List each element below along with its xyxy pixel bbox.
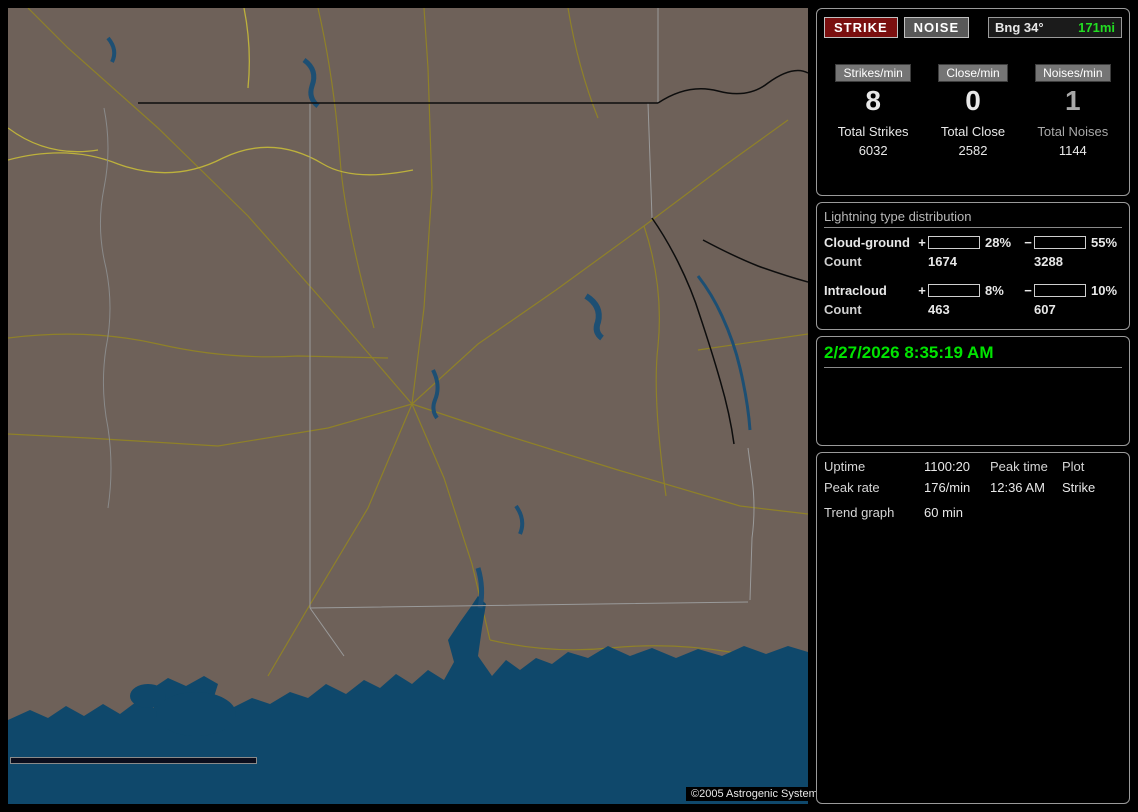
cg-count-label: Count bbox=[824, 254, 862, 269]
cg-plus-bar bbox=[928, 236, 980, 249]
cloud-ground-label: Cloud-ground bbox=[824, 235, 910, 250]
peak-time-label: Peak time bbox=[990, 459, 1048, 474]
total-strikes-label: Total Strikes bbox=[837, 124, 909, 139]
trend-panel: Uptime 1100:20 Peak time Plot Peak rate … bbox=[816, 452, 1130, 804]
bearing-value: Bng 34° bbox=[995, 20, 1044, 35]
minus-sign: − bbox=[1024, 283, 1032, 298]
cg-minus-count: 3288 bbox=[1034, 254, 1063, 269]
peak-rate-value: 176/min bbox=[924, 480, 971, 495]
plot-mode-value: Strike bbox=[1062, 480, 1096, 495]
intracloud-label: Intracloud bbox=[824, 283, 887, 298]
lightning-map[interactable]: ©2005 Astrogenic Systems bbox=[8, 8, 829, 804]
noise-button[interactable]: NOISE bbox=[903, 17, 970, 38]
receiver-status-panel: 2/27/2026 8:35:19 AM bbox=[816, 336, 1130, 446]
peak-time-value: 12:36 AM bbox=[990, 480, 1045, 495]
ic-count-label: Count bbox=[824, 302, 862, 317]
bearing-display: Bng 34° 171mi bbox=[988, 17, 1122, 38]
status-sidebar: STRIKE NOISE Bng 34° 171mi Strikes/min 8… bbox=[816, 8, 1130, 804]
ic-minus-count: 607 bbox=[1034, 302, 1056, 317]
trend-graph-label: Trend graph bbox=[824, 505, 895, 520]
plot-label: Plot bbox=[1062, 459, 1085, 474]
ic-plus-count: 463 bbox=[928, 302, 950, 317]
cg-plus-count: 1674 bbox=[928, 254, 957, 269]
cg-plus-pct: 28% bbox=[985, 235, 1012, 250]
distribution-panel: Lightning type distribution Cloud-ground… bbox=[816, 202, 1130, 330]
noises-counter: Noises/min 1 Total Noises 1144 bbox=[1024, 64, 1122, 158]
close-per-min-chip[interactable]: Close/min bbox=[938, 64, 1008, 82]
copyright-label: ©2005 Astrogenic Systems bbox=[686, 787, 829, 801]
total-close-label: Total Close bbox=[940, 124, 1006, 139]
close-counter: Close/min 0 Total Close 2582 bbox=[924, 64, 1022, 158]
peak-rate-label: Peak rate bbox=[824, 480, 880, 495]
ic-minus-pct: 10% bbox=[1091, 283, 1118, 298]
uptime-value: 1100:20 bbox=[924, 459, 971, 474]
datetime-display: 2/27/2026 8:35:19 AM bbox=[824, 343, 1122, 368]
uptime-label: Uptime bbox=[824, 459, 866, 474]
bearing-distance: 171mi bbox=[1078, 20, 1115, 35]
cg-minus-pct: 55% bbox=[1091, 235, 1118, 250]
strikes-rate-value: 8 bbox=[865, 85, 881, 116]
counters-panel: STRIKE NOISE Bng 34° 171mi Strikes/min 8… bbox=[816, 8, 1130, 196]
close-rate-value: 0 bbox=[965, 85, 981, 116]
distribution-title: Lightning type distribution bbox=[824, 209, 1122, 228]
strike-button[interactable]: STRIKE bbox=[824, 17, 898, 38]
ic-plus-pct: 8% bbox=[985, 283, 1004, 298]
total-close-value: 2582 bbox=[958, 143, 988, 158]
total-noises-value: 1144 bbox=[1058, 143, 1087, 158]
noises-rate-value: 1 bbox=[1065, 85, 1081, 116]
total-strikes-value: 6032 bbox=[858, 143, 888, 158]
noises-per-min-chip[interactable]: Noises/min bbox=[1035, 64, 1111, 82]
strikes-counter: Strikes/min 8 Total Strikes 6032 bbox=[824, 64, 922, 158]
map-canvas[interactable] bbox=[8, 8, 808, 804]
plus-sign: + bbox=[918, 235, 926, 250]
plus-sign: + bbox=[918, 283, 926, 298]
nexstorm-app-window: ©2005 Astrogenic Systems STRIKE NOISE Bn… bbox=[0, 0, 1138, 812]
trend-graph-window: 60 min bbox=[924, 505, 964, 520]
ic-plus-bar bbox=[928, 284, 980, 297]
strikes-per-min-chip[interactable]: Strikes/min bbox=[835, 64, 911, 82]
total-noises-label: Total Noises bbox=[1037, 124, 1109, 139]
ic-minus-bar bbox=[1034, 284, 1086, 297]
minus-sign: − bbox=[1024, 235, 1032, 250]
trend-graph bbox=[824, 522, 1130, 784]
cg-minus-bar bbox=[1034, 236, 1086, 249]
symbol-legend bbox=[10, 757, 257, 764]
